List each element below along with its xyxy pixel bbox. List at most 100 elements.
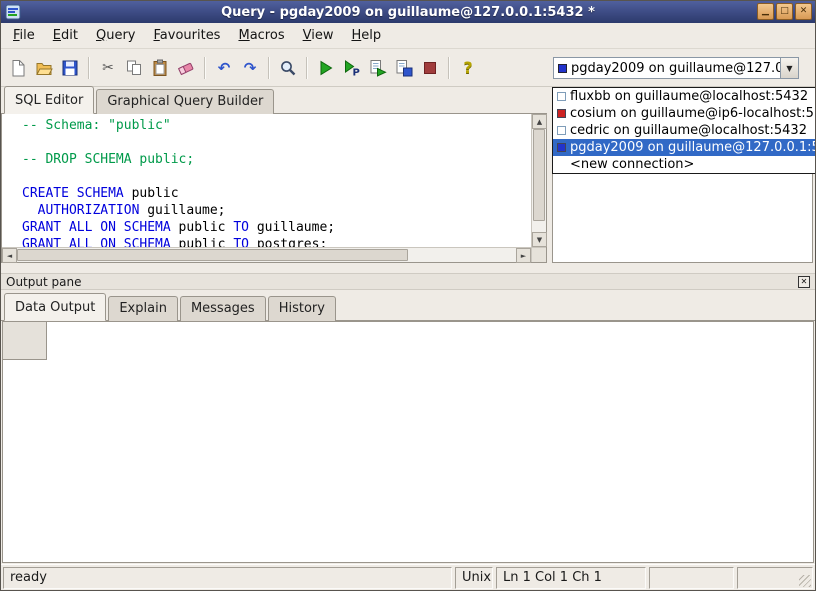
output-pane-close-button[interactable]: ✕ [798,276,810,288]
maximize-button[interactable]: □ [776,3,793,20]
editor-horizontal-scrollbar[interactable]: ◄ ► [2,247,531,262]
toolbar: ✂ ↶↷ P? pgday2009 on guillaume@127.0 ▼ [1,49,815,87]
connection-status-icon [557,92,566,101]
tab-messages[interactable]: Messages [180,296,266,321]
paste-button[interactable] [147,55,173,81]
menu-favourites[interactable]: Favourites [144,23,229,48]
cancel-query-button[interactable] [417,55,443,81]
clear-window-button[interactable] [173,55,199,81]
scrollbar-thumb[interactable] [533,129,545,221]
connection-option-label: <new connection> [570,157,694,172]
toolbar-buttons: ✂ ↶↷ P? [5,55,481,81]
toolbar-separator [88,57,90,79]
connection-option[interactable]: cosium on guillaume@ip6-localhost:5 [553,105,816,122]
output-pane-header: Output pane ✕ [1,273,815,290]
explain-query-button[interactable] [365,55,391,81]
new-document-button[interactable] [5,55,31,81]
toolbar-separator [268,57,270,79]
output-pane-title: Output pane [6,275,81,289]
menu-edit[interactable]: Edit [44,23,87,48]
output-pane: Output pane ✕ Data OutputExplainMessages… [1,273,815,564]
tab-sql-editor[interactable]: SQL Editor [4,86,94,114]
tab-graphical-query-builder[interactable]: Graphical Query Builder [96,89,274,114]
paste-icon [151,59,169,77]
combo-dropdown-button[interactable]: ▼ [780,58,798,78]
connection-option[interactable]: pgday2009 on guillaume@127.0.0.1:5 [553,139,816,156]
execute-query-button[interactable] [313,55,339,81]
open-file-button[interactable] [31,55,57,81]
toolbar-separator [448,57,450,79]
execute-query-icon [317,59,335,77]
scroll-left-arrow[interactable]: ◄ [2,248,17,263]
save-button[interactable] [57,55,83,81]
redo-button[interactable]: ↷ [237,55,263,81]
clear-window-icon [177,59,195,77]
connection-combo[interactable]: pgday2009 on guillaume@127.0 ▼ [553,57,799,79]
chevron-down-icon: ▼ [786,64,792,73]
grid-corner-cell [3,322,47,360]
tab-history[interactable]: History [268,296,336,321]
connection-status-icon [557,143,566,152]
tab-data-output[interactable]: Data Output [4,293,106,321]
tab-explain[interactable]: Explain [108,296,178,321]
editor-line [22,134,529,151]
menu-query[interactable]: Query [87,23,145,48]
horizontal-splitter[interactable] [1,263,815,273]
scroll-up-arrow[interactable]: ▲ [532,114,547,129]
editor-line: -- Schema: "public" [22,117,529,134]
menu-macros[interactable]: Macros [229,23,293,48]
redo-icon: ↷ [241,59,259,77]
svg-text:P: P [353,68,360,78]
help-button[interactable]: ? [455,55,481,81]
data-output-grid[interactable] [2,321,814,563]
undo-button[interactable]: ↶ [211,55,237,81]
statusbar-empty-cell [649,567,734,589]
scrollbar-corner [531,247,546,262]
connection-option[interactable]: fluxbb on guillaume@localhost:5432 [553,88,816,105]
connection-option[interactable]: <new connection> [553,156,816,173]
toolbar-separator [204,57,206,79]
statusbar-empty-cell [737,567,813,589]
menu-help[interactable]: Help [342,23,390,48]
sql-editor-pane: SQL EditorGraphical Query Builder -- Sch… [1,87,547,263]
sql-editor-content[interactable]: -- Schema: "public" -- DROP SCHEMA publi… [2,114,531,247]
scrollbar-thumb[interactable] [17,249,408,261]
connection-option[interactable]: cedric on guillaume@localhost:5432 [553,122,816,139]
close-icon: ✕ [801,277,808,286]
menu-file[interactable]: File [4,23,44,48]
help-icon: ? [459,59,477,77]
copy-button[interactable] [121,55,147,81]
execute-pgscript-button[interactable]: P [339,55,365,81]
menu-view[interactable]: View [294,23,343,48]
connection-option-label: cosium on guillaume@ip6-localhost:5 [570,106,814,121]
query-to-file-button[interactable] [391,55,417,81]
editor-vertical-scrollbar[interactable]: ▲ ▼ [531,114,546,247]
status-text: ready [3,567,452,589]
find-button[interactable] [275,55,301,81]
connection-option-label: fluxbb on guillaume@localhost:5432 [570,89,808,104]
explain-query-icon [369,59,387,77]
scrollbar-track[interactable] [408,248,516,262]
close-button[interactable]: ✕ [795,3,812,20]
new-document-icon [9,59,27,77]
editor-line: CREATE SCHEMA public [22,185,529,202]
titlebar[interactable]: Query - pgday2009 on guillaume@127.0.0.1… [1,1,815,23]
editor-line: GRANT ALL ON SCHEMA public TO postgres; [22,236,529,247]
scroll-right-arrow[interactable]: ► [516,248,531,263]
sql-editor[interactable]: -- Schema: "public" -- DROP SCHEMA publi… [1,114,547,263]
output-tabs: Data OutputExplainMessagesHistory [1,290,815,321]
cancel-query-icon [421,59,439,77]
toolbar-separator [306,57,308,79]
connection-combo-value: pgday2009 on guillaume@127.0 [571,61,780,76]
connection-option-label: pgday2009 on guillaume@127.0.0.1:5 [570,140,816,155]
scroll-down-arrow[interactable]: ▼ [532,232,547,247]
connection-option-label: cedric on guillaume@localhost:5432 [570,123,807,138]
open-file-icon [35,59,53,77]
copy-icon [125,59,143,77]
cut-button[interactable]: ✂ [95,55,121,81]
find-icon [279,59,297,77]
scrollbar-track[interactable] [532,221,546,232]
cut-icon: ✂ [99,59,117,77]
minimize-button[interactable]: ▁ [757,3,774,20]
window-title: Query - pgday2009 on guillaume@127.0.0.1… [1,5,815,20]
